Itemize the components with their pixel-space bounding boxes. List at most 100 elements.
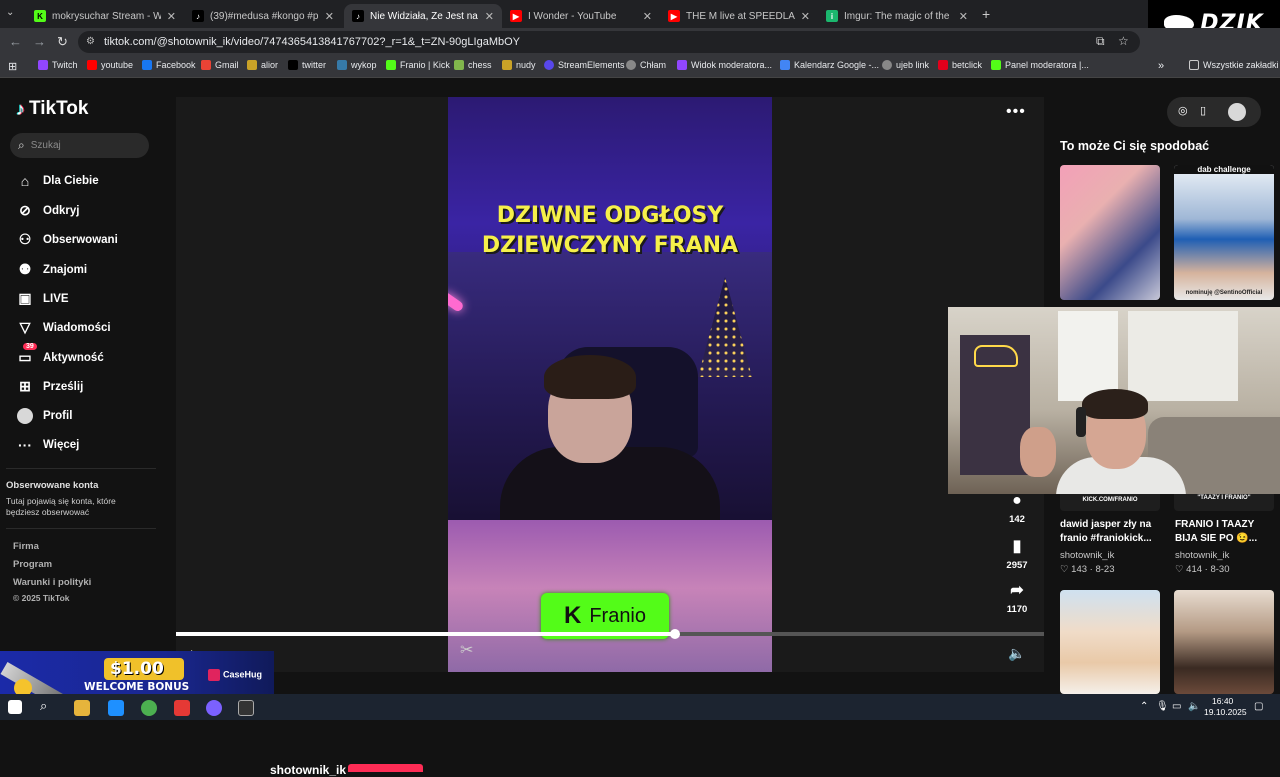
recommendation-thumbnail[interactable] xyxy=(1060,165,1160,300)
windows-start-icon[interactable] xyxy=(8,700,22,714)
bookmark-item[interactable]: Panel moderatora |... xyxy=(991,60,1089,70)
bookmark-item[interactable]: betclick xyxy=(938,60,982,70)
network-icon[interactable]: ▭ xyxy=(1172,701,1181,712)
avatar[interactable] xyxy=(1228,103,1246,121)
chevron-up-icon[interactable]: ⌃ xyxy=(1140,701,1148,712)
app-icon[interactable] xyxy=(108,700,124,716)
file-explorer-icon[interactable] xyxy=(74,700,90,716)
bookmark-item[interactable]: Franio | Kick xyxy=(386,60,450,70)
close-icon[interactable]: ✕ xyxy=(959,10,968,23)
footer-link-firma[interactable]: Firma xyxy=(13,541,39,552)
nav-item-aktywnosc[interactable]: ▭ 39 Aktywność xyxy=(16,343,104,366)
search-icon: ⌕ xyxy=(18,138,25,152)
all-bookmarks[interactable]: Wszystkie zakładki xyxy=(1189,60,1279,70)
video-author[interactable]: shotownik_ik xyxy=(270,763,346,777)
nav-item-dla-ciebie[interactable]: ⌂ Dla Ciebie xyxy=(16,173,99,189)
tab-search-icon[interactable]: ⌄ xyxy=(6,7,14,18)
close-icon[interactable]: ✕ xyxy=(325,10,334,23)
recommendation-title[interactable]: dawid jasper zły na franio #franiokick..… xyxy=(1060,518,1164,546)
bookmark-item[interactable]: ujeb link xyxy=(882,60,929,70)
bookmark-item[interactable]: nudy xyxy=(502,60,536,70)
nav-item-wiadomosci[interactable]: ▽ Wiadomości xyxy=(16,319,111,336)
forward-icon[interactable]: → xyxy=(33,34,46,49)
streamelements-icon xyxy=(544,60,554,70)
video-player[interactable]: DZIWNE ODGŁOSY DZIEWCZYNY FRANA K Franio… xyxy=(176,97,1044,672)
chevron-right-icon[interactable]: » xyxy=(1158,60,1164,72)
follow-button[interactable] xyxy=(348,764,423,772)
person-add-icon: ⚇ xyxy=(18,231,32,247)
chrome-icon[interactable] xyxy=(141,700,157,716)
bookmark-item[interactable]: Twitch xyxy=(38,60,78,70)
recommendation-thumbnail[interactable]: dab challenge nominuję @SentinoOfficial xyxy=(1174,165,1274,300)
save-button[interactable]: ▮ 2957 xyxy=(1004,536,1030,571)
search-input[interactable]: ⌕ Szukaj xyxy=(10,133,149,158)
bookmark-item[interactable]: alior xyxy=(247,60,278,70)
nav-item-wiecej[interactable]: ··· Więcej xyxy=(16,437,79,453)
recommendation-author[interactable]: shotownik_ik xyxy=(1175,550,1229,561)
browser-tab[interactable]: i Imgur: The magic of the Interne ✕ xyxy=(818,4,976,28)
install-app-icon[interactable]: ⧉ xyxy=(1096,34,1105,49)
bookmark-item[interactable]: Kalendarz Google -... xyxy=(780,60,879,70)
bookmark-item[interactable]: Chłam xyxy=(626,60,666,70)
close-icon[interactable]: ✕ xyxy=(643,10,652,23)
bookmark-item[interactable]: youtube xyxy=(87,60,133,70)
recommendation-thumbnail[interactable] xyxy=(1060,590,1160,694)
nav-item-przeslij[interactable]: ⊞ Prześlij xyxy=(16,378,83,395)
bookmark-item[interactable]: StreamElements xyxy=(544,60,625,70)
volume-icon[interactable]: 🔈 xyxy=(1008,645,1025,662)
twitch-icon xyxy=(677,60,687,70)
back-icon[interactable]: ← xyxy=(9,34,22,49)
close-icon[interactable]: ✕ xyxy=(485,10,494,23)
casino-ad-overlay[interactable]: $1.00 WELCOME BONUS CaseHug xyxy=(0,651,274,698)
notification-icon[interactable]: ▢ xyxy=(1254,701,1263,712)
progress-fill xyxy=(176,632,676,636)
coins-icon[interactable]: ◎ xyxy=(1178,104,1188,117)
bookmark-item[interactable]: chess xyxy=(454,60,492,70)
epic-games-icon[interactable] xyxy=(238,700,254,716)
progress-bar[interactable] xyxy=(176,629,1044,639)
nav-item-znajomi[interactable]: ⚉ Znajomi xyxy=(16,261,87,278)
recommendation-title[interactable]: FRANIO I TAAZY BIJA SIE PO 😉... xyxy=(1175,518,1279,546)
close-icon[interactable]: ✕ xyxy=(167,10,176,23)
device-icon[interactable]: ▯ xyxy=(1200,104,1206,117)
reload-icon[interactable]: ↻ xyxy=(57,34,68,50)
more-options-icon[interactable]: ••• xyxy=(1006,103,1026,121)
new-tab-icon[interactable]: + xyxy=(982,6,990,22)
video-frame[interactable]: DZIWNE ODGŁOSY DZIEWCZYNY FRANA K Franio xyxy=(448,97,772,672)
browser-tab[interactable]: ▶ I Wonder - YouTube ✕ xyxy=(502,4,660,28)
clock-time[interactable]: 16:40 xyxy=(1212,696,1233,706)
bookmark-item[interactable]: Facebook xyxy=(142,60,196,70)
comment-button[interactable]: ● 142 xyxy=(1004,492,1030,525)
browser-tab[interactable]: ♪ (39)#medusa #kongo #pudzian ✕ xyxy=(184,4,342,28)
bookmark-item[interactable]: Gmail xyxy=(201,60,239,70)
recommendation-author[interactable]: shotownik_ik xyxy=(1060,550,1114,561)
footer-link-terms[interactable]: Warunki i polityki xyxy=(13,577,91,588)
footer-link-program[interactable]: Program xyxy=(13,559,52,570)
close-icon[interactable]: ✕ xyxy=(801,10,810,23)
microphone-icon[interactable]: 🎙 xyxy=(1156,701,1169,712)
site-info-icon[interactable]: ⚙ xyxy=(86,36,95,47)
share-button[interactable]: ➦ 1170 xyxy=(1004,580,1030,615)
nav-item-obserwowani[interactable]: ⚇ Obserwowani xyxy=(16,231,118,248)
casehug-icon xyxy=(208,669,220,681)
app-icon[interactable] xyxy=(174,700,190,716)
clock-date[interactable]: 19.10.2025 xyxy=(1204,707,1247,717)
url-field[interactable]: ⚙ tiktok.com/@shotownik_ik/video/7474365… xyxy=(78,31,1140,53)
browser-tab[interactable]: K mokrysuchar Stream - Watch Li ✕ xyxy=(26,4,184,28)
nav-item-odkryj[interactable]: ⊘ Odkryj xyxy=(16,202,79,219)
bookmark-item[interactable]: twitter xyxy=(288,60,326,70)
browser-tab-active[interactable]: ♪ Nie Widziała, Że Jest na Żywo ✕ xyxy=(344,4,502,28)
nav-item-live[interactable]: ▣ LIVE xyxy=(16,290,68,307)
tiktok-logo[interactable]: ♪ TikTok xyxy=(16,98,88,120)
bookmark-item[interactable]: wykop xyxy=(337,60,377,70)
discord-icon[interactable] xyxy=(206,700,222,716)
webcam-window xyxy=(1128,311,1238,401)
bookmark-item[interactable]: Widok moderatora... xyxy=(677,60,772,70)
volume-icon[interactable]: 🔈 xyxy=(1188,701,1200,712)
bookmark-star-icon[interactable]: ☆ xyxy=(1118,34,1129,48)
recommendation-thumbnail[interactable] xyxy=(1174,590,1274,694)
browser-tab[interactable]: ▶ THE M live at SPEEDLAND FEST ✕ xyxy=(660,4,818,28)
apps-icon[interactable]: ⊞ xyxy=(8,60,17,73)
nav-item-profil[interactable]: Profil xyxy=(16,407,72,425)
search-icon[interactable]: ⌕ xyxy=(40,698,56,714)
